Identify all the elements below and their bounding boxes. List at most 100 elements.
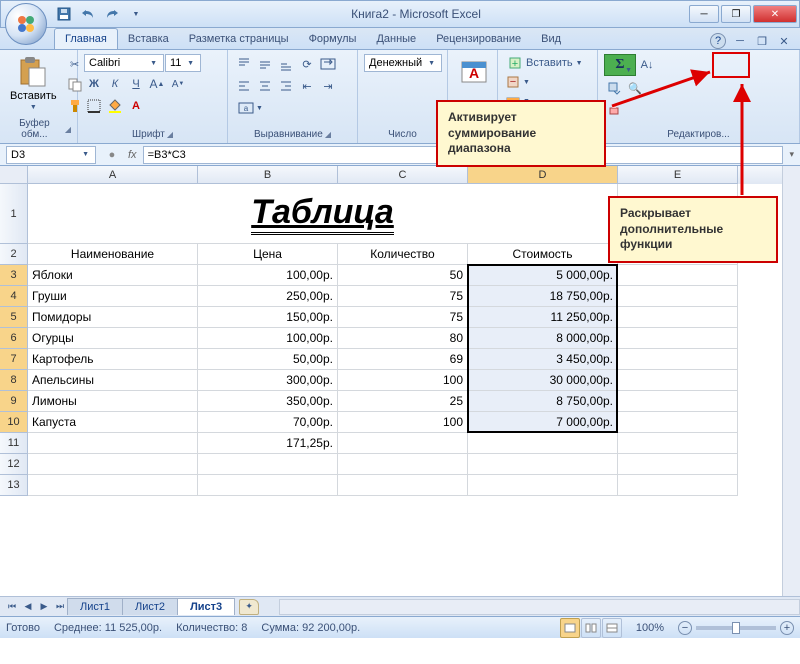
row-header-8[interactable]: 8 [0, 370, 28, 391]
cell-A6[interactable]: Огурцы [28, 328, 198, 349]
cell-B8[interactable]: 300,00р. [198, 370, 338, 391]
cell-D2[interactable]: Стоимость [468, 244, 618, 265]
cell-B5[interactable]: 150,00р. [198, 307, 338, 328]
underline-icon[interactable]: Ч [126, 74, 146, 94]
cell-B9[interactable]: 350,00р. [198, 391, 338, 412]
zoom-out-icon[interactable]: − [678, 621, 692, 635]
italic-icon[interactable]: К [105, 74, 125, 94]
prev-sheet-icon[interactable]: ◀ [20, 599, 36, 615]
cell-B10[interactable]: 70,00р. [198, 412, 338, 433]
cell-C7[interactable]: 69 [338, 349, 468, 370]
insert-cells-button[interactable]: + Вставить▼ [504, 54, 589, 72]
tab-insert[interactable]: Вставка [118, 29, 179, 49]
sheet-tab-Лист3[interactable]: Лист3 [177, 598, 235, 615]
first-sheet-icon[interactable]: ⏮ [4, 599, 20, 615]
cell-C13[interactable] [338, 475, 468, 496]
cell-D13[interactable] [468, 475, 618, 496]
cell-A8[interactable]: Апельсины [28, 370, 198, 391]
qat-dropdown-icon[interactable]: ▼ [127, 5, 145, 23]
help-icon[interactable]: ? [710, 33, 726, 49]
zoom-slider[interactable] [696, 626, 776, 630]
cell-A10[interactable]: Капуста [28, 412, 198, 433]
delete-cells-button[interactable]: −▼ [504, 73, 534, 91]
expand-formula-icon[interactable]: ▾ [783, 149, 800, 160]
fx-icon[interactable]: fx [128, 149, 137, 161]
row-header-13[interactable]: 13 [0, 475, 28, 496]
column-header-E[interactable]: E [618, 166, 738, 184]
horizontal-scrollbar[interactable] [279, 599, 800, 615]
cell-A12[interactable] [28, 454, 198, 475]
cell-B12[interactable] [198, 454, 338, 475]
cell-B6[interactable]: 100,00р. [198, 328, 338, 349]
cell-D11[interactable] [468, 433, 618, 454]
tab-data[interactable]: Данные [366, 29, 426, 49]
cell-D3[interactable]: 5 000,00р. [468, 265, 618, 286]
cell-C2[interactable]: Количество [338, 244, 468, 265]
cell-D12[interactable] [468, 454, 618, 475]
align-bottom-icon[interactable] [276, 54, 296, 74]
styles-button[interactable]: A [454, 54, 494, 90]
cell-D7[interactable]: 3 450,00р. [468, 349, 618, 370]
select-all-corner[interactable] [0, 166, 28, 184]
font-color-icon[interactable]: A [126, 96, 146, 116]
redo-icon[interactable] [103, 5, 121, 23]
sheet-tab-Лист1[interactable]: Лист1 [67, 598, 123, 615]
cell-D4[interactable]: 18 750,00р. [468, 286, 618, 307]
doc-restore-icon[interactable]: ❐ [754, 33, 770, 49]
cell-E12[interactable] [618, 454, 738, 475]
zoom-level[interactable]: 100% [636, 622, 664, 634]
number-format-input[interactable]: Денежный▼ [364, 54, 442, 72]
column-header-A[interactable]: A [28, 166, 198, 184]
cell-A4[interactable]: Груши [28, 286, 198, 307]
row-header-9[interactable]: 9 [0, 391, 28, 412]
sheet-tab-Лист2[interactable]: Лист2 [122, 598, 178, 615]
row-header-4[interactable]: 4 [0, 286, 28, 307]
cell-B3[interactable]: 100,00р. [198, 265, 338, 286]
cell-B11[interactable]: 171,25р. [198, 433, 338, 454]
fill-color-icon[interactable] [105, 96, 125, 116]
cell-D9[interactable]: 8 750,00р. [468, 391, 618, 412]
cell-A11[interactable] [28, 433, 198, 454]
office-button[interactable] [5, 3, 47, 45]
paste-button[interactable]: Вставить ▼ [6, 54, 61, 113]
tab-review[interactable]: Рецензирование [426, 29, 531, 49]
cell-D8[interactable]: 30 000,00р. [468, 370, 618, 391]
cell-C9[interactable]: 25 [338, 391, 468, 412]
cell-C5[interactable]: 75 [338, 307, 468, 328]
cell-E9[interactable] [618, 391, 738, 412]
grow-font-icon[interactable]: A▲ [147, 74, 167, 94]
minimize-button[interactable]: ─ [689, 5, 719, 23]
cell-C11[interactable] [338, 433, 468, 454]
next-sheet-icon[interactable]: ▶ [36, 599, 52, 615]
row-header-11[interactable]: 11 [0, 433, 28, 454]
border-icon[interactable] [84, 96, 104, 116]
view-layout-icon[interactable] [581, 618, 601, 638]
cell-E4[interactable] [618, 286, 738, 307]
align-middle-icon[interactable] [255, 54, 275, 74]
column-header-B[interactable]: B [198, 166, 338, 184]
align-right-icon[interactable] [276, 76, 296, 96]
undo-icon[interactable] [79, 5, 97, 23]
row-header-5[interactable]: 5 [0, 307, 28, 328]
column-header-D[interactable]: D [468, 166, 618, 184]
name-box[interactable]: D3▼ [6, 146, 96, 164]
cell-B4[interactable]: 250,00р. [198, 286, 338, 307]
font-size-input[interactable]: 11▼ [165, 54, 201, 72]
close-button[interactable]: ✕ [753, 5, 797, 23]
cell-B2[interactable]: Цена [198, 244, 338, 265]
tab-formulas[interactable]: Формулы [299, 29, 367, 49]
zoom-in-icon[interactable]: + [780, 621, 794, 635]
cell-B13[interactable] [198, 475, 338, 496]
tab-view[interactable]: Вид [531, 29, 571, 49]
row-header-6[interactable]: 6 [0, 328, 28, 349]
wrap-text-icon[interactable] [318, 54, 338, 74]
doc-minimize-icon[interactable]: ─ [732, 33, 748, 49]
row-header-12[interactable]: 12 [0, 454, 28, 475]
align-left-icon[interactable] [234, 76, 254, 96]
row-header-7[interactable]: 7 [0, 349, 28, 370]
cell-E10[interactable] [618, 412, 738, 433]
bold-icon[interactable]: Ж [84, 74, 104, 94]
cell-A7[interactable]: Картофель [28, 349, 198, 370]
row-header-3[interactable]: 3 [0, 265, 28, 286]
new-sheet-icon[interactable]: ✦ [239, 599, 259, 615]
